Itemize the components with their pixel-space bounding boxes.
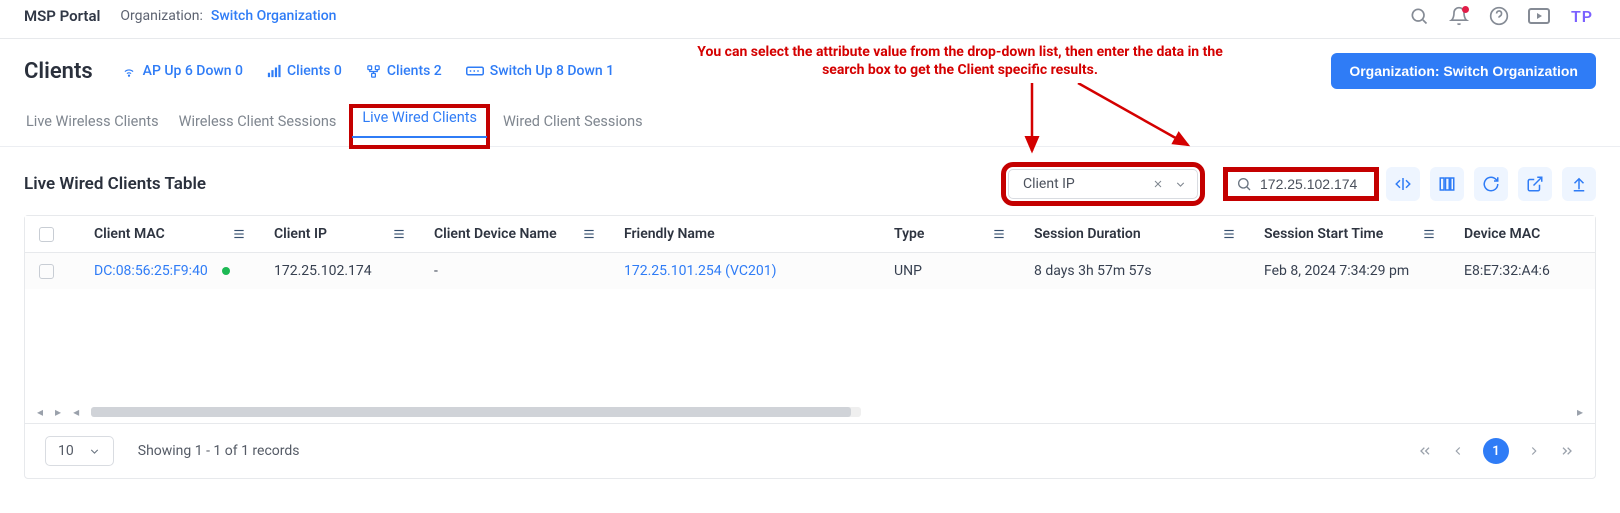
pager-first-button[interactable] [1417,443,1433,459]
brand: MSP Portal [24,7,100,25]
cell-type: UNP [894,263,922,279]
col-session-start[interactable]: Session Start Time [1264,226,1383,242]
notifications-icon[interactable] [1448,5,1470,27]
stat-wireless-clients-label: Clients 0 [287,63,342,79]
tab-wired-client-sessions[interactable]: Wired Client Sessions [499,107,647,146]
search-icon[interactable] [1408,5,1430,27]
table-title: Live Wired Clients Table [24,174,206,194]
col-client-mac[interactable]: Client MAC [94,226,165,242]
stat-wired-clients-label: Clients 2 [387,63,442,79]
cell-device-name: - [434,263,438,279]
top-header: MSP Portal Organization: Switch Organiza… [0,0,1620,39]
scroll-left-icon[interactable]: ◂ [37,405,43,419]
stat-switch-label: Switch Up 8 Down 1 [490,63,614,79]
switch-organization-button[interactable]: Organization: Switch Organization [1331,53,1596,89]
pager-last-button[interactable] [1559,443,1575,459]
table-row: DC:08:56:25:F9:40 172.25.102.174 - 172.2… [25,253,1595,289]
filter-attribute-select[interactable]: Client IP [1008,169,1198,199]
col-session-duration[interactable]: Session Duration [1034,226,1141,242]
tab-live-wireless-clients[interactable]: Live Wireless Clients [22,107,163,146]
pager-prev-button[interactable] [1451,444,1465,458]
help-icon[interactable] [1488,5,1510,27]
tabs-bar: Live Wireless Clients Wireless Client Se… [0,89,1620,147]
chevron-down-icon [88,445,101,458]
stat-ap-label: AP Up 6 Down 0 [143,63,243,79]
bars-icon [267,64,281,78]
annotation-text: You can select the attribute value from … [680,43,1240,79]
status-dot-icon [222,267,230,275]
column-menu-icon[interactable] [992,227,1006,241]
org-label: Organization: [120,8,203,24]
column-menu-icon[interactable] [1422,227,1436,241]
columns-button[interactable] [1430,167,1464,201]
page-size-select[interactable]: 10 [45,436,114,466]
fit-columns-button[interactable] [1386,167,1420,201]
search-box[interactable] [1226,170,1376,198]
cell-session-start: Feb 8, 2024 7:34:29 pm [1264,263,1409,279]
table-toolbar: Live Wired Clients Table Client IP [24,167,1596,201]
table-empty-space [25,289,1595,399]
row-checkbox[interactable] [39,264,54,279]
clear-filter-icon[interactable] [1152,178,1164,191]
user-avatar[interactable]: TP [1568,4,1596,28]
column-menu-icon[interactable] [392,227,406,241]
page-title: Clients [24,59,93,84]
switch-icon [466,65,484,77]
wifi-icon [121,64,137,78]
scroll-track[interactable] [91,407,861,417]
stat-wireless-clients[interactable]: Clients 0 [267,63,342,79]
scroll-right-icon[interactable]: ▸ [55,405,61,419]
col-device-mac[interactable]: Device MAC [1464,226,1540,242]
refresh-button[interactable] [1474,167,1508,201]
search-input[interactable] [1260,176,1365,192]
scroll-right2-icon[interactable]: ▸ [1577,405,1583,419]
filter-attribute-value: Client IP [1023,176,1075,192]
column-menu-icon[interactable] [1222,227,1236,241]
stat-group: AP Up 6 Down 0 Clients 0 Clients 2 Switc… [121,63,614,79]
switch-organization-link[interactable]: Switch Organization [211,8,337,24]
scroll-left2-icon[interactable]: ◂ [73,405,79,419]
cell-client-ip: 172.25.102.174 [274,263,372,279]
stat-wired-clients[interactable]: Clients 2 [366,63,442,79]
cell-session-duration: 8 days 3h 57m 57s [1034,263,1152,279]
top-icon-bar: TP [1408,4,1596,28]
stat-ap[interactable]: AP Up 6 Down 0 [121,63,243,79]
col-friendly-name[interactable]: Friendly Name [624,226,715,242]
table-footer: 10 Showing 1 - 1 of 1 records 1 [25,423,1595,478]
col-device-name[interactable]: Client Device Name [434,226,557,242]
export-button[interactable] [1562,167,1596,201]
page-header-row: Clients AP Up 6 Down 0 Clients 0 Clients… [0,39,1620,89]
cell-device-mac: E8:E7:32:A4:6 [1464,263,1550,279]
clients-table: Client MAC Client IP Client Device Name … [24,215,1596,479]
pager: 1 [1417,438,1575,464]
pager-current-page[interactable]: 1 [1483,438,1509,464]
open-external-button[interactable] [1518,167,1552,201]
tab-live-wired-clients[interactable]: Live Wired Clients [352,107,487,146]
table-section: Live Wired Clients Table Client IP [0,147,1620,479]
pager-next-button[interactable] [1527,444,1541,458]
select-all-checkbox[interactable] [39,227,54,242]
page-size-value: 10 [58,443,74,459]
col-client-ip[interactable]: Client IP [274,226,327,242]
stat-switch[interactable]: Switch Up 8 Down 1 [466,63,614,79]
apps-icon[interactable] [1528,5,1550,27]
col-type[interactable]: Type [894,226,924,242]
tab-wireless-client-sessions[interactable]: Wireless Client Sessions [175,107,341,146]
nodes-icon [366,64,381,79]
chevron-down-icon[interactable] [1174,178,1187,191]
horizontal-scrollbar[interactable]: ◂ ▸ ◂ ▸ [25,399,1595,423]
records-summary: Showing 1 - 1 of 1 records [138,443,300,459]
column-menu-icon[interactable] [582,227,596,241]
scroll-thumb[interactable] [91,407,851,417]
search-icon [1236,176,1252,192]
table-header-row: Client MAC Client IP Client Device Name … [25,216,1595,253]
cell-friendly-name[interactable]: 172.25.101.254 (VC201) [624,263,776,279]
cell-client-mac[interactable]: DC:08:56:25:F9:40 [94,263,208,279]
column-menu-icon[interactable] [232,227,246,241]
